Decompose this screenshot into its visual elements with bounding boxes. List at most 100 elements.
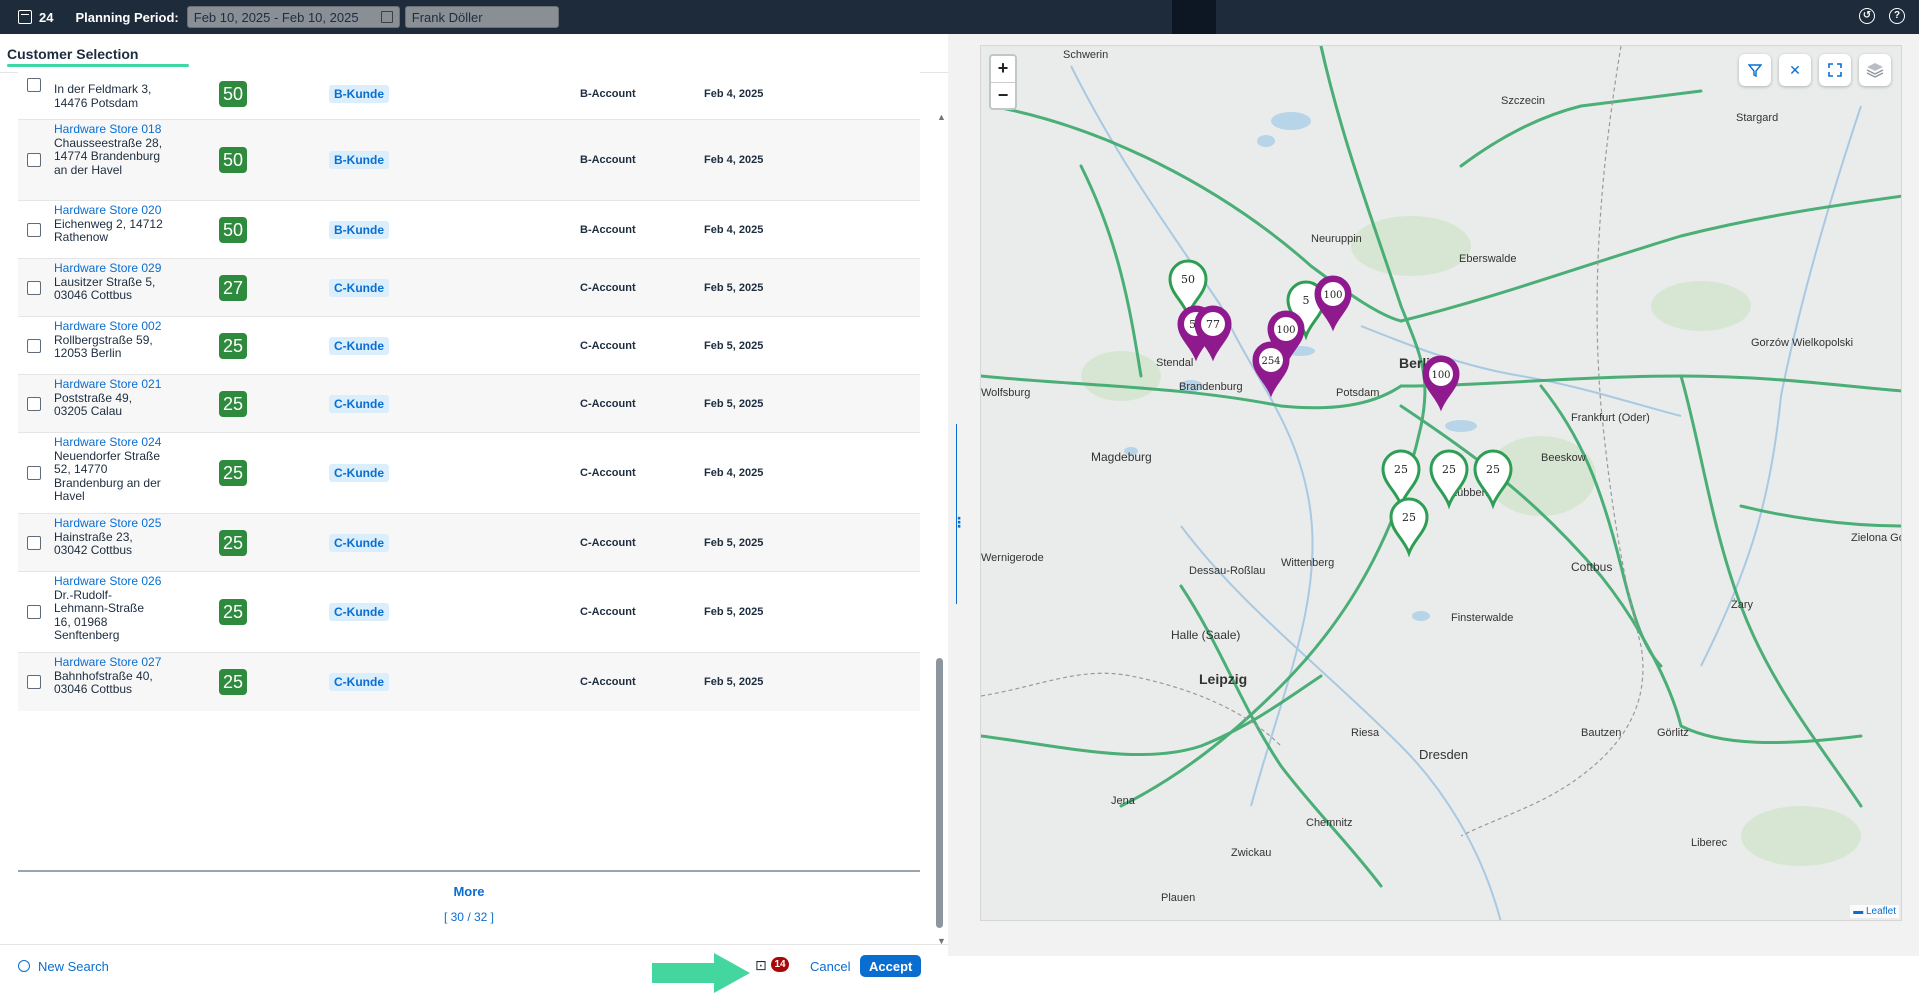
customer-cell: Hardware Store 002 Rollbergstraße 59, 12… <box>54 319 164 361</box>
customer-name-link[interactable]: Hardware Store 021 <box>54 377 164 392</box>
map-city-label: Szczecin <box>1501 95 1545 107</box>
last-visit-date: Feb 5, 2025 <box>704 282 764 294</box>
map-city-label: Jena <box>1111 795 1136 807</box>
customer-cell: Hardware Store 021 Poststraße 49, 03205 … <box>54 377 164 419</box>
map-marker-label: 100 <box>1323 290 1342 301</box>
map-marker-label: 77 <box>1206 318 1220 331</box>
map-marker-label: 25 <box>1442 463 1456 476</box>
user-search-icon[interactable] <box>18 960 30 972</box>
customer-cell: Hardware Store 026 Dr.-Rudolf-Lehmann-St… <box>54 574 164 643</box>
zoom-out-button[interactable]: − <box>991 82 1015 108</box>
account-type: C-Account <box>580 676 636 688</box>
customer-class-tag: B-Kunde <box>329 151 389 169</box>
filter-icon[interactable] <box>1739 54 1771 86</box>
map-city-label: Finsterwalde <box>1451 612 1513 624</box>
score-badge: 27 <box>219 275 247 301</box>
row-checkbox[interactable] <box>27 397 41 411</box>
account-type: C-Account <box>580 282 636 294</box>
customer-cell: Hardware Store 024 Neuendorfer Straße 52… <box>54 435 164 504</box>
zoom-in-button[interactable]: + <box>991 56 1015 82</box>
map-city-label: Bautzen <box>1581 727 1621 739</box>
table-row[interactable]: Hardware Store 029 Lausitzer Straße 5, 0… <box>18 259 920 317</box>
account-type: B-Account <box>580 224 636 236</box>
customer-name-link[interactable]: Hardware Store 024 <box>54 435 164 450</box>
row-checkbox[interactable] <box>27 605 41 619</box>
table-row[interactable]: In der Feldmark 3, 14476 Potsdam 50 B-Ku… <box>18 72 920 120</box>
shell-bar: 24 Planning Period: Feb 10, 2025 - Feb 1… <box>0 0 1919 34</box>
fullscreen-icon[interactable] <box>1819 54 1851 86</box>
customer-name-link[interactable]: Hardware Store 002 <box>54 319 164 334</box>
row-checkbox[interactable] <box>27 536 41 550</box>
map-city-label: Żary <box>1731 598 1754 611</box>
map-view[interactable]: Schwerin Szczecin Stargard Neuruppin Ebe… <box>980 45 1902 921</box>
row-checkbox[interactable] <box>27 153 41 167</box>
map-city-label: Neuruppin <box>1311 233 1362 245</box>
customer-class-tag: C-Kunde <box>329 534 389 552</box>
account-type: B-Account <box>580 88 636 100</box>
table-scrollbar[interactable]: ▲ ▼ <box>934 78 946 946</box>
customer-address: Bahnhofstraße 40, 03046 Cottbus <box>54 668 153 696</box>
new-search-link[interactable]: New Search <box>38 959 109 974</box>
row-checkbox[interactable] <box>27 281 41 295</box>
map-city-label: Wittenberg <box>1281 557 1334 569</box>
map-city-label: Dessau-Roßlau <box>1189 565 1265 577</box>
map-canvas[interactable]: Schwerin Szczecin Stargard Neuruppin Ebe… <box>981 46 1902 921</box>
score-badge: 50 <box>219 217 247 243</box>
more-button[interactable]: More <box>18 884 920 899</box>
row-checkbox[interactable] <box>27 78 41 92</box>
customer-selection-panel: Customer Selection In der Feldmark 3, 14… <box>0 34 948 993</box>
close-icon[interactable]: ✕ <box>1779 54 1811 86</box>
customer-name-link[interactable]: Hardware Store 020 <box>54 203 164 218</box>
map-marker-label: 50 <box>1181 273 1195 286</box>
table-row[interactable]: Hardware Store 025 Hainstraße 23, 03042 … <box>18 514 920 572</box>
row-checkbox[interactable] <box>27 466 41 480</box>
customer-name-link[interactable]: Hardware Store 026 <box>54 574 164 589</box>
flag-icon: ▬ <box>1853 906 1864 917</box>
score-badge: 25 <box>219 391 247 417</box>
scrollbar-thumb[interactable] <box>936 658 943 928</box>
more-section: More [ 30 / 32 ] <box>18 870 920 936</box>
scroll-up-icon[interactable]: ▲ <box>937 112 946 122</box>
attribution-link[interactable]: Leaflet <box>1866 906 1896 917</box>
map-marker-label: 5 <box>1303 294 1310 307</box>
basket-icon[interactable]: ⊡ <box>755 957 767 974</box>
map-city-label: Brandenburg <box>1179 381 1243 393</box>
customer-class-tag: C-Kunde <box>329 279 389 297</box>
score-badge: 50 <box>219 147 247 173</box>
footer-toolbar: New Search ⊡ 14 Cancel Accept <box>0 944 948 993</box>
customer-name-link[interactable]: Hardware Store 027 <box>54 655 164 670</box>
row-checkbox[interactable] <box>27 339 41 353</box>
map-attribution[interactable]: ▬ Leaflet <box>1850 905 1899 918</box>
table-row[interactable]: Hardware Store 024 Neuendorfer Straße 52… <box>18 433 920 514</box>
date-picker-icon[interactable] <box>380 11 393 23</box>
basket-count-badge: 14 <box>771 957 789 972</box>
map-marker-label: 100 <box>1431 370 1450 381</box>
table-row[interactable]: Hardware Store 021 Poststraße 49, 03205 … <box>18 375 920 433</box>
customer-address: Dr.-Rudolf-Lehmann-Straße 16, 01968 Senf… <box>54 587 145 642</box>
table-row[interactable]: Hardware Store 018 Chausseestraße 28, 14… <box>18 120 920 201</box>
customer-name-link[interactable]: Hardware Store 029 <box>54 261 164 276</box>
customer-cell: Hardware Store 027 Bahnhofstraße 40, 030… <box>54 655 164 697</box>
table-row[interactable]: Hardware Store 027 Bahnhofstraße 40, 030… <box>18 653 920 711</box>
help-icon[interactable]: ? <box>1889 8 1905 24</box>
map-panel: Schwerin Szczecin Stargard Neuruppin Ebe… <box>964 34 1919 956</box>
table-row[interactable]: Hardware Store 020 Eichenweg 2, 14712 Ra… <box>18 201 920 259</box>
reset-icon[interactable]: ↺ <box>1859 8 1875 24</box>
last-visit-date: Feb 5, 2025 <box>704 537 764 549</box>
customer-name-link[interactable]: Hardware Store 025 <box>54 516 164 531</box>
planning-period-value: Feb 10, 2025 - Feb 10, 2025 <box>193 9 359 25</box>
customer-address: Eichenweg 2, 14712 Rathenow <box>54 216 163 244</box>
layers-icon[interactable] <box>1859 54 1891 86</box>
table-row[interactable]: Hardware Store 002 Rollbergstraße 59, 12… <box>18 317 920 375</box>
cancel-button[interactable]: Cancel <box>806 955 854 977</box>
row-checkbox[interactable] <box>27 675 41 689</box>
planning-period-field[interactable]: Feb 10, 2025 - Feb 10, 2025 <box>186 6 400 28</box>
user-field[interactable]: Frank Döller <box>404 6 559 28</box>
more-count: [ 30 / 32 ] <box>443 910 495 924</box>
row-checkbox[interactable] <box>27 223 41 237</box>
accept-button[interactable]: Accept <box>860 955 922 977</box>
customer-name-link[interactable]: Hardware Store 018 <box>54 122 164 137</box>
table-row[interactable]: Hardware Store 026 Dr.-Rudolf-Lehmann-St… <box>18 572 920 653</box>
panel-splitter[interactable]: ⋮ <box>948 34 966 956</box>
customer-class-tag: C-Kunde <box>329 673 389 691</box>
